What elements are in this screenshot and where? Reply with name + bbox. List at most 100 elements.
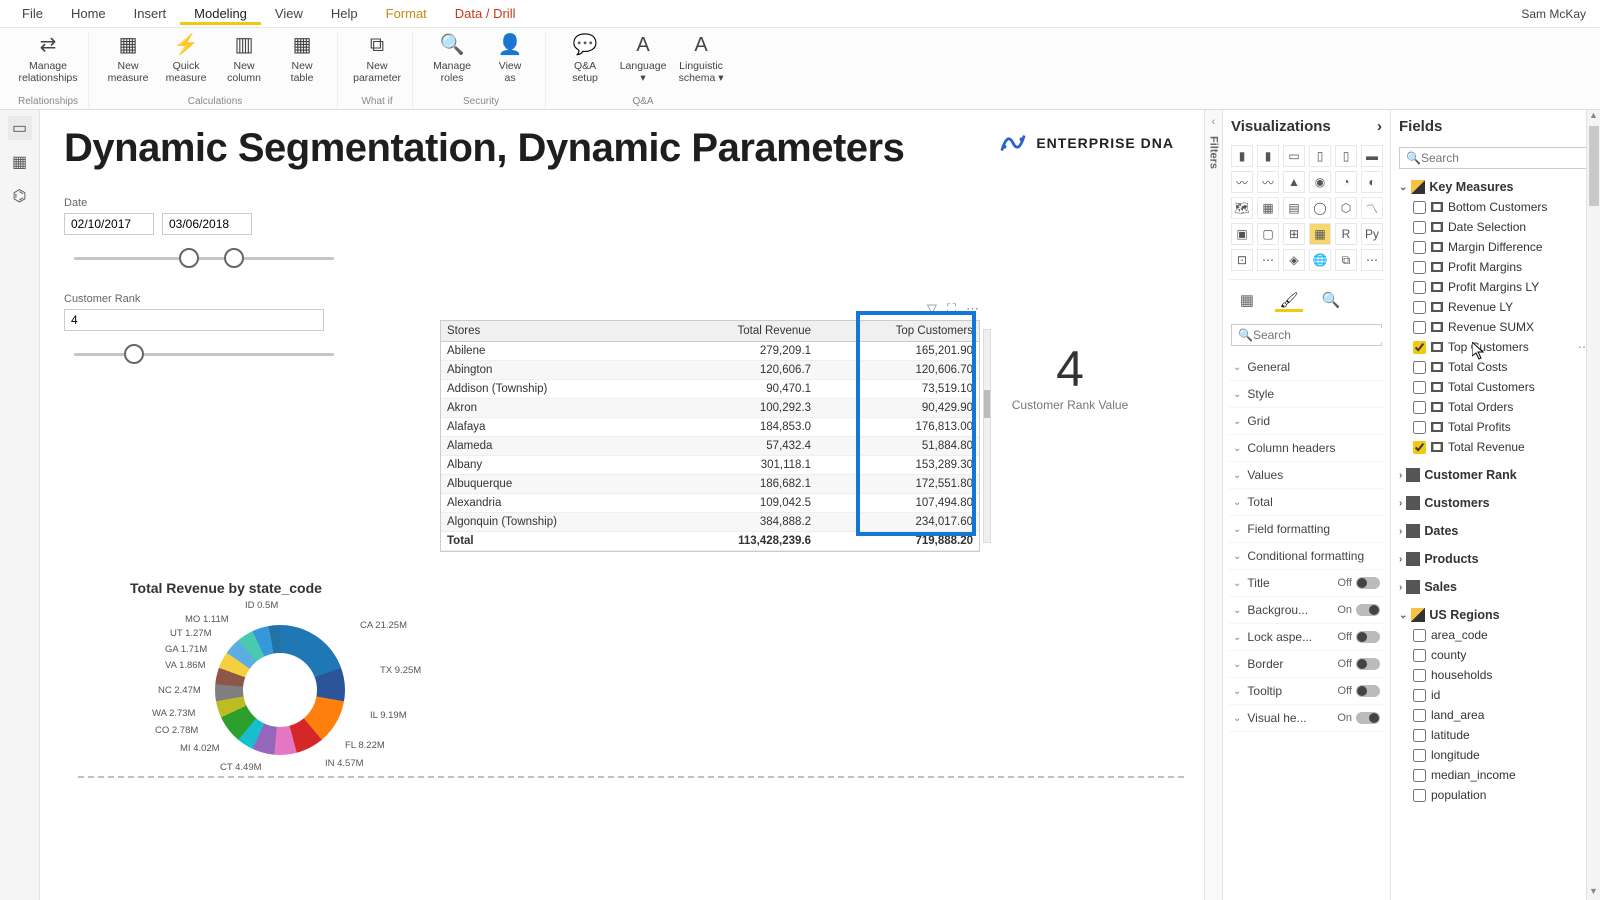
field-latitude[interactable]: latitude: [1399, 725, 1592, 745]
viz-type-13[interactable]: ▦: [1257, 197, 1279, 219]
ribbon-new-measure[interactable]: ▦Newmeasure: [103, 32, 153, 84]
field-checkbox[interactable]: [1413, 629, 1426, 642]
field-id[interactable]: id: [1399, 685, 1592, 705]
field-date-selection[interactable]: Date Selection: [1399, 217, 1592, 237]
menu-datadrill[interactable]: Data / Drill: [441, 2, 530, 25]
format-border[interactable]: ⌄BorderOff: [1229, 651, 1384, 678]
viz-collapse-icon[interactable]: ›: [1377, 118, 1382, 135]
field-profit-margins[interactable]: Profit Margins: [1399, 257, 1592, 277]
viz-type-19[interactable]: ▢: [1257, 223, 1279, 245]
viz-type-24[interactable]: ⊡: [1231, 249, 1253, 271]
format-lock-aspe-[interactable]: ⌄Lock aspe...Off: [1229, 624, 1384, 651]
field-checkbox[interactable]: [1413, 321, 1426, 334]
viz-type-3[interactable]: ▯: [1309, 145, 1331, 167]
field-population[interactable]: population: [1399, 785, 1592, 805]
model-view-icon[interactable]: ⌬: [8, 184, 32, 208]
viz-type-10[interactable]: ◔: [1335, 171, 1357, 193]
viz-type-29[interactable]: ⋯: [1361, 249, 1383, 271]
viz-type-16[interactable]: ⬡: [1335, 197, 1357, 219]
table-row[interactable]: Abilene279,209.1165,201.90: [441, 342, 979, 361]
field-checkbox[interactable]: [1413, 361, 1426, 374]
field-area_code[interactable]: area_code: [1399, 625, 1592, 645]
format-search[interactable]: 🔍: [1231, 324, 1382, 346]
col-1[interactable]: Total Revenue: [662, 321, 817, 342]
date-to-input[interactable]: [162, 213, 252, 235]
viz-type-27[interactable]: 🌐: [1309, 249, 1331, 271]
filter-icon[interactable]: ▽: [927, 301, 937, 317]
format-visual-he-[interactable]: ⌄Visual he...On: [1229, 705, 1384, 732]
viz-type-28[interactable]: ⧉: [1335, 249, 1357, 271]
viz-type-0[interactable]: ▮: [1231, 145, 1253, 167]
table-row[interactable]: Albany301,118.1153,289.30: [441, 456, 979, 475]
field-checkbox[interactable]: [1413, 649, 1426, 662]
field-checkbox[interactable]: [1413, 381, 1426, 394]
field-checkbox[interactable]: [1413, 789, 1426, 802]
toggle[interactable]: Off: [1338, 631, 1380, 643]
table-row[interactable]: Algonquin (Township)384,888.2234,017.60: [441, 513, 979, 532]
format-total[interactable]: ⌄Total: [1229, 489, 1384, 516]
field-total-customers[interactable]: Total Customers: [1399, 377, 1592, 397]
field-total-orders[interactable]: Total Orders: [1399, 397, 1592, 417]
field-longitude[interactable]: longitude: [1399, 745, 1592, 765]
scroll-thumb[interactable]: [984, 390, 990, 418]
field-checkbox[interactable]: [1413, 241, 1426, 254]
ribbon-manage-roles[interactable]: 🔍Manageroles: [427, 32, 477, 84]
field-county[interactable]: county: [1399, 645, 1592, 665]
table-header[interactable]: ›Sales: [1399, 577, 1592, 597]
field-checkbox[interactable]: [1413, 421, 1426, 434]
ribbon-view-as[interactable]: 👤Viewas: [485, 32, 535, 84]
ribbon-language-[interactable]: ALanguage▾: [618, 32, 668, 84]
main-scrollbar[interactable]: ▲ ▼: [1586, 110, 1600, 900]
format-style[interactable]: ⌄Style: [1229, 381, 1384, 408]
format-conditional-formatting[interactable]: ⌄Conditional formatting: [1229, 543, 1384, 570]
table-row[interactable]: Abington120,606.7120,606.70: [441, 361, 979, 380]
date-slicer[interactable]: Date: [64, 197, 364, 275]
more-icon[interactable]: ⋯: [966, 301, 979, 317]
field-checkbox[interactable]: [1413, 729, 1426, 742]
table-row[interactable]: Albuquerque186,682.1172,551.80: [441, 475, 979, 494]
toggle[interactable]: On: [1337, 604, 1380, 616]
viz-type-11[interactable]: ◐: [1361, 171, 1383, 193]
viz-type-26[interactable]: ◈: [1283, 249, 1305, 271]
filters-collapsed[interactable]: ‹ Filters: [1204, 110, 1222, 900]
format-grid[interactable]: ⌄Grid: [1229, 408, 1384, 435]
viz-type-22[interactable]: R: [1335, 223, 1357, 245]
field-bottom-customers[interactable]: Bottom Customers: [1399, 197, 1592, 217]
viz-type-18[interactable]: ▣: [1231, 223, 1253, 245]
ribbon-manage-relationships[interactable]: ⇄Managerelationships: [23, 32, 73, 84]
table-header[interactable]: ›Products: [1399, 549, 1592, 569]
ribbon-q-a-setup[interactable]: 💬Q&Asetup: [560, 32, 610, 84]
viz-type-17[interactable]: 〽: [1361, 197, 1383, 219]
col-2[interactable]: Top Customers: [817, 321, 979, 342]
field-margin-difference[interactable]: Margin Difference: [1399, 237, 1592, 257]
toggle[interactable]: Off: [1338, 685, 1380, 697]
col-0[interactable]: Stores: [441, 321, 662, 342]
field-checkbox[interactable]: [1413, 281, 1426, 294]
viz-type-9[interactable]: ◉: [1309, 171, 1331, 193]
rank-slider-handle[interactable]: [124, 344, 144, 364]
field-total-revenue[interactable]: Total Revenue: [1399, 437, 1592, 457]
field-total-costs[interactable]: Total Costs: [1399, 357, 1592, 377]
rank-slicer[interactable]: Customer Rank: [64, 293, 364, 371]
toggle[interactable]: Off: [1338, 577, 1380, 589]
fields-search-input[interactable]: [1421, 151, 1585, 165]
menu-insert[interactable]: Insert: [120, 2, 181, 25]
scroll-down-icon[interactable]: ▼: [1587, 886, 1600, 900]
field-checkbox[interactable]: [1413, 669, 1426, 682]
revenue-donut[interactable]: CA 21.25M TX 9.25M IL 9.19M FL 8.22M IN …: [140, 600, 420, 790]
format-general[interactable]: ⌄General: [1229, 354, 1384, 381]
table-row[interactable]: Akron100,292.390,429.90: [441, 399, 979, 418]
date-from-input[interactable]: [64, 213, 154, 235]
table-header[interactable]: ›Customer Rank: [1399, 465, 1592, 485]
field-total-profits[interactable]: Total Profits: [1399, 417, 1592, 437]
table-header[interactable]: ›Dates: [1399, 521, 1592, 541]
format-tooltip[interactable]: ⌄TooltipOff: [1229, 678, 1384, 705]
format-title[interactable]: ⌄TitleOff: [1229, 570, 1384, 597]
toggle[interactable]: On: [1337, 712, 1380, 724]
field-profit-margins-ly[interactable]: Profit Margins LY: [1399, 277, 1592, 297]
format-column-headers[interactable]: ⌄Column headers: [1229, 435, 1384, 462]
format-tab-icon[interactable]: 🖌: [1275, 288, 1303, 312]
field-checkbox[interactable]: [1413, 689, 1426, 702]
menu-modeling[interactable]: Modeling: [180, 2, 261, 25]
stores-table-visual[interactable]: ▽ ⛶ ⋯ StoresTotal RevenueTop CustomersAb…: [440, 320, 980, 552]
